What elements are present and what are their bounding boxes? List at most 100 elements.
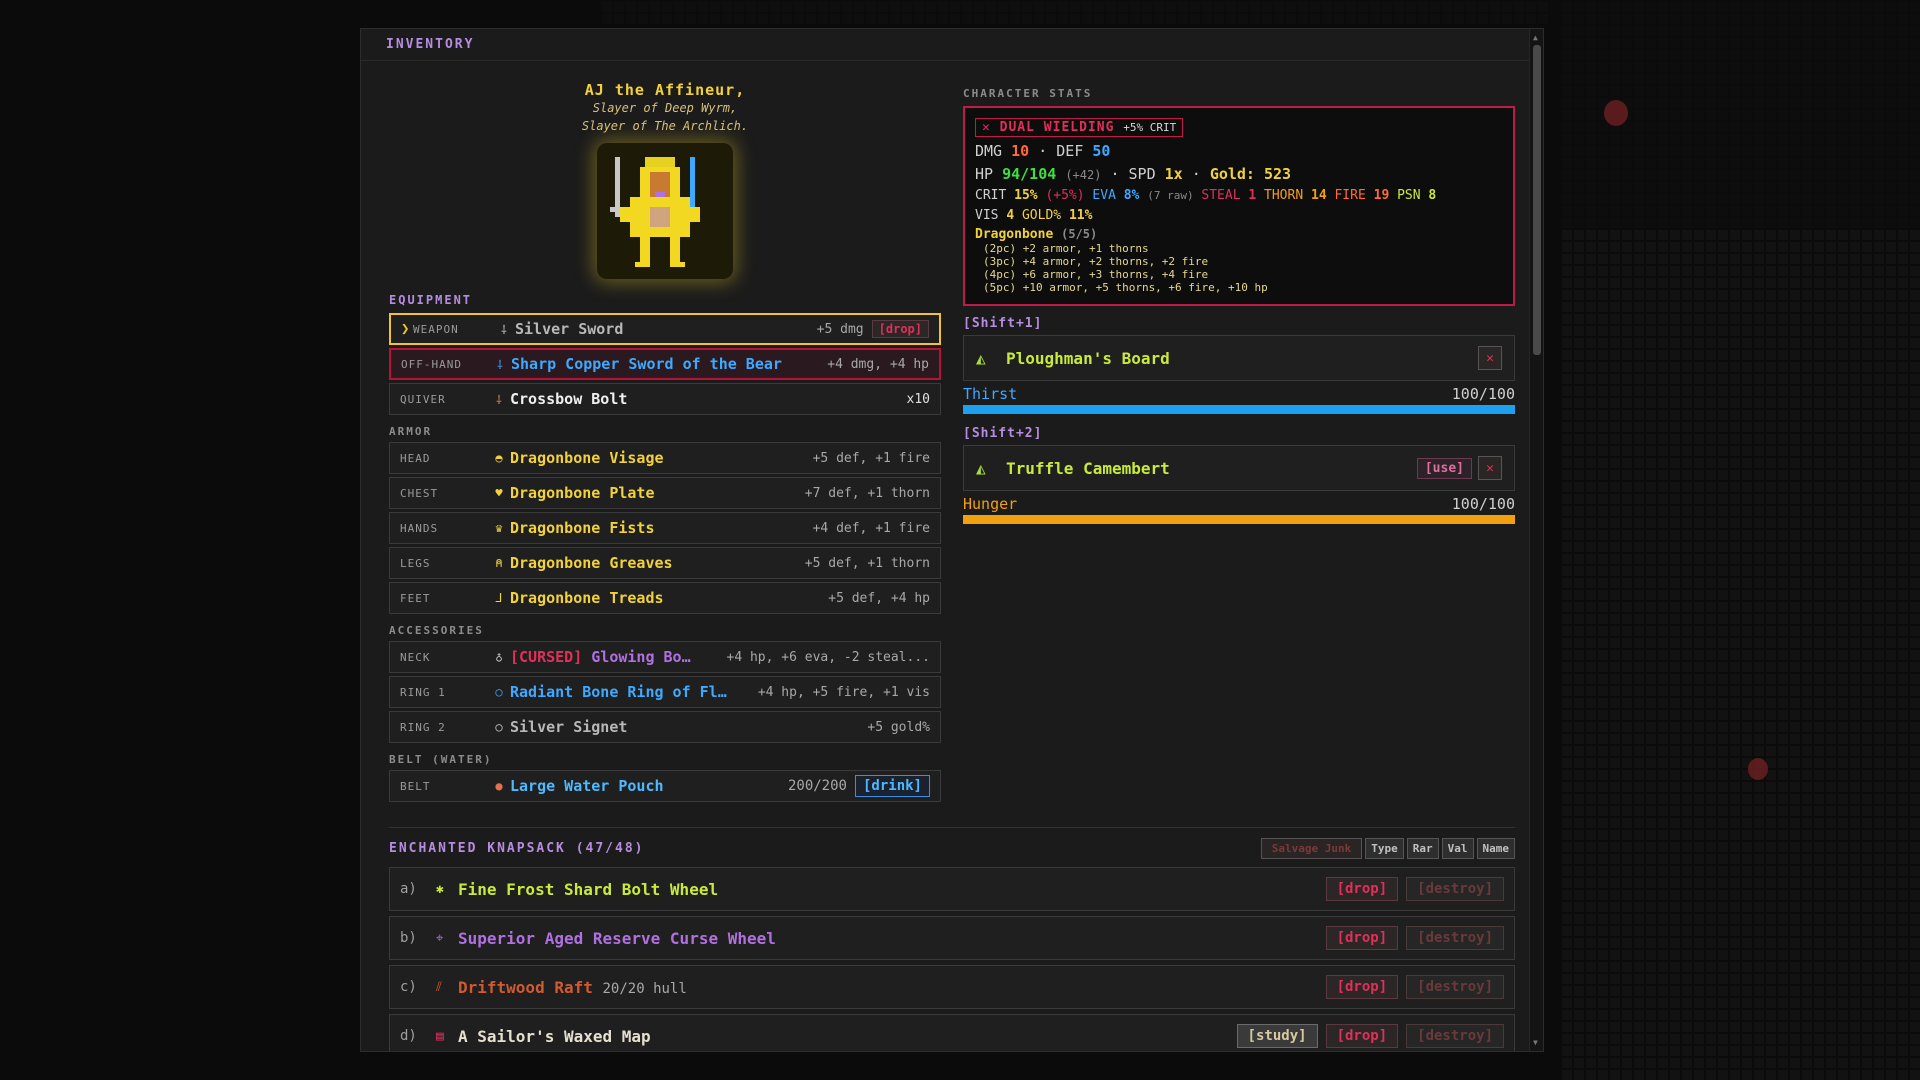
sort-value-button[interactable]: Val bbox=[1441, 838, 1474, 859]
character-name: AJ the Affineur, bbox=[584, 81, 746, 99]
hunger-label: Hunger bbox=[963, 495, 1018, 513]
item-name-text: Fine Frost Shard Bolt Wheel bbox=[458, 879, 719, 899]
item-name: Crossbow Bolt bbox=[510, 390, 628, 408]
slot-ring-2[interactable]: RING 2 ○ Silver Signet +5 gold% bbox=[389, 711, 941, 743]
stats-column: CHARACTER STATS ✕ DUAL WIELDING +5% CRIT… bbox=[963, 81, 1515, 524]
dual-wielding-text: DUAL WIELDING bbox=[999, 120, 1115, 135]
item-stats: +4 hp, +6 eva, -2 steal... bbox=[726, 649, 931, 665]
hero-sprite-icon bbox=[610, 157, 700, 267]
stat-line-vis: VIS 4 GOLD% 11% bbox=[975, 208, 1503, 223]
enemy-blob bbox=[1748, 758, 1768, 780]
fire-label: FIRE bbox=[1334, 188, 1366, 203]
drop-button[interactable]: [drop] bbox=[871, 320, 929, 338]
item-stats: +5 gold% bbox=[867, 719, 930, 735]
drop-button[interactable]: [drop] bbox=[1325, 975, 1399, 999]
cursed-tag: [CURSED] bbox=[510, 648, 583, 666]
stat-line-dmg-def: DMG 10 · DEF 50 bbox=[975, 142, 1111, 160]
slot-hands[interactable]: HANDS ♛ Dragonbone Fists +4 def, +1 fire bbox=[389, 512, 941, 544]
fire-value: 19 bbox=[1373, 188, 1390, 203]
dmg-label: DMG bbox=[975, 142, 1003, 160]
slot-label: HEAD bbox=[400, 451, 431, 465]
slot-feet[interactable]: FEET ⅃ Dragonbone Treads +5 def, +4 hp bbox=[389, 582, 941, 614]
scroll-thumb[interactable] bbox=[1533, 45, 1541, 355]
amulet-icon: ♁ bbox=[495, 650, 503, 664]
knapsack-item[interactable]: d) ▤ A Sailor's Waxed Map [study] [drop] [de… bbox=[389, 1014, 1515, 1051]
slot-chest[interactable]: CHEST ♥ Dragonbone Plate +7 def, +1 thor… bbox=[389, 477, 941, 509]
item-name: Dragonbone Fists bbox=[510, 519, 655, 537]
item-name-text: Superior Aged Reserve Curse Wheel bbox=[458, 928, 776, 948]
thorn-label: THORN bbox=[1264, 188, 1304, 203]
close-icon[interactable]: ✕ bbox=[1478, 456, 1502, 480]
boot-icon: ⅃ bbox=[495, 591, 503, 605]
sort-type-button[interactable]: Type bbox=[1365, 838, 1404, 859]
set-bonus-line: (5pc) +10 armor, +5 thorns, +6 fire, +10… bbox=[983, 281, 1268, 294]
sort-name-button[interactable]: Name bbox=[1476, 838, 1515, 859]
crit-label: CRIT bbox=[975, 188, 1007, 203]
quick-slot-2[interactable]: ◭ Truffle Camembert [use] ✕ bbox=[963, 445, 1515, 491]
eva-raw: (7 raw) bbox=[1147, 189, 1194, 202]
set-name: Dragonbone bbox=[975, 227, 1054, 242]
slot-label: LEGS bbox=[400, 556, 431, 570]
slot-legs[interactable]: LEGS ⍝ Dragonbone Greaves +5 def, +1 tho… bbox=[389, 547, 941, 579]
slot-belt[interactable]: BELT ● Large Water Pouch 200/200 [drink] bbox=[389, 770, 941, 802]
gold-value: 523 bbox=[1264, 165, 1292, 183]
item-actions: [drop] [destroy] bbox=[1318, 877, 1504, 901]
crit-bonus: (+5%) bbox=[1045, 188, 1085, 203]
item-letter: b) bbox=[400, 930, 417, 946]
eva-value: 8% bbox=[1123, 188, 1140, 203]
slot-label: BELT bbox=[400, 779, 431, 793]
item-letter: a) bbox=[400, 881, 417, 897]
hp-bonus: (+42) bbox=[1065, 168, 1102, 182]
gold-percent-value: 11% bbox=[1068, 208, 1093, 223]
slot-offhand[interactable]: OFF-HAND ⸸ Sharp Copper Sword of the Bea… bbox=[389, 348, 941, 380]
destroy-button[interactable]: [destroy] bbox=[1406, 975, 1504, 999]
shift-1-label: [Shift+1] bbox=[963, 316, 1043, 331]
drop-button[interactable]: [drop] bbox=[1325, 877, 1399, 901]
knapsack-item[interactable]: c) ⫽ Driftwood Raft 20/20 hull [drop] [destr… bbox=[389, 965, 1515, 1009]
item-actions: [drop] [destroy] bbox=[1318, 975, 1504, 999]
knapsack-item[interactable]: b) ⌖ Superior Aged Reserve Curse Wheel [dr… bbox=[389, 916, 1515, 960]
destroy-button[interactable]: [destroy] bbox=[1406, 1024, 1504, 1048]
scrollbar[interactable]: ▲ ▼ bbox=[1529, 29, 1543, 1051]
study-button[interactable]: [study] bbox=[1236, 1024, 1318, 1048]
scroll-up-icon[interactable]: ▲ bbox=[1533, 33, 1538, 42]
slot-label: OFF-HAND bbox=[401, 357, 462, 371]
drop-button[interactable]: [drop] bbox=[1325, 926, 1399, 950]
item-actions: [drop] [destroy] bbox=[1318, 926, 1504, 950]
thirst-bar-header: Thirst 100/100 bbox=[963, 385, 1515, 403]
slot-label: WEAPON bbox=[413, 322, 459, 336]
quick-slot-1[interactable]: ◭ Ploughman's Board ✕ bbox=[963, 335, 1515, 381]
item-stats: +4 hp, +5 fire, +1 vis bbox=[757, 684, 930, 700]
def-label: DEF bbox=[1056, 142, 1084, 160]
slot-neck[interactable]: NECK ♁ [CURSED] Glowing Bo… +4 hp, +6 ev… bbox=[389, 641, 941, 673]
sort-buttons: Salvage Junk Type Rar Val Name bbox=[1260, 838, 1515, 859]
food-icon: ◭ bbox=[976, 348, 986, 368]
drink-button[interactable]: [drink] bbox=[854, 775, 930, 797]
use-button[interactable]: [use] bbox=[1416, 457, 1472, 479]
knapsack-item[interactable]: a) ✱ Fine Frost Shard Bolt Wheel [drop] [de… bbox=[389, 867, 1515, 911]
dungeon-floor-top bbox=[600, 0, 1550, 26]
equipment-label: EQUIPMENT bbox=[389, 293, 473, 307]
item-stats: +5 def, +1 fire bbox=[812, 450, 930, 466]
drop-button[interactable]: [drop] bbox=[1325, 1024, 1399, 1048]
dmg-value: 10 bbox=[1011, 142, 1030, 160]
close-icon[interactable]: ✕ bbox=[1478, 346, 1502, 370]
thirst-bar bbox=[963, 405, 1515, 414]
slot-ring-1[interactable]: RING 1 ○ Radiant Bone Ring of Fl… +4 hp,… bbox=[389, 676, 941, 708]
slot-label: HANDS bbox=[400, 521, 439, 535]
destroy-button[interactable]: [destroy] bbox=[1406, 877, 1504, 901]
slot-weapon[interactable]: ❯ WEAPON ⸸ Silver Sword +5 dmg [drop] bbox=[389, 313, 941, 345]
scroll-down-icon[interactable]: ▼ bbox=[1533, 1038, 1538, 1047]
slot-quiver[interactable]: QUIVER ⸸ Crossbow Bolt x10 bbox=[389, 383, 941, 415]
item-icon: ✱ bbox=[436, 881, 444, 897]
knapsack-title: ENCHANTED KNAPSACK (47/48) bbox=[389, 841, 645, 856]
sword-icon: ⸸ bbox=[497, 357, 503, 372]
psn-label: PSN bbox=[1397, 188, 1421, 203]
stats-box: ✕ DUAL WIELDING +5% CRIT DMG 10 · DEF 50… bbox=[963, 106, 1515, 306]
sort-rarity-button[interactable]: Rar bbox=[1406, 838, 1439, 859]
salvage-junk-button[interactable]: Salvage Junk bbox=[1260, 838, 1363, 859]
destroy-button[interactable]: [destroy] bbox=[1406, 926, 1504, 950]
inventory-panel: INVENTORY ▲ ▼ AJ the Affineur, Slayer of… bbox=[360, 28, 1544, 1052]
slot-head[interactable]: HEAD ◓ Dragonbone Visage +5 def, +1 fire bbox=[389, 442, 941, 474]
item-name: Dragonbone Greaves bbox=[510, 554, 673, 572]
